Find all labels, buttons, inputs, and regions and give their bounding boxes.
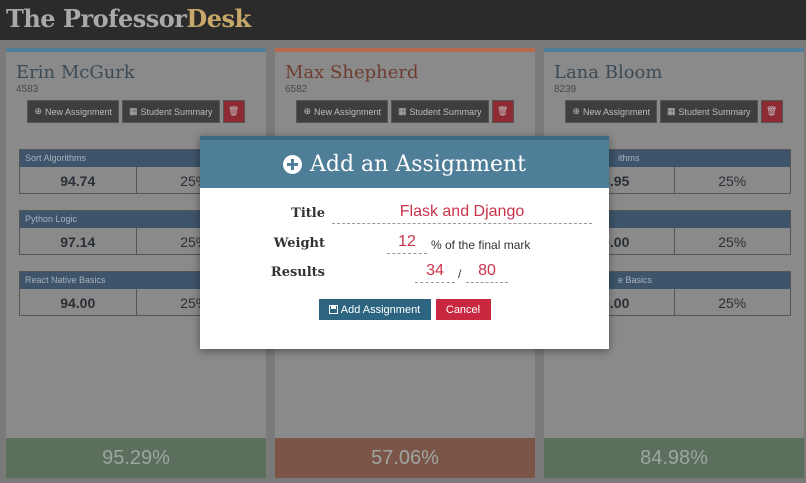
student-total: 84.98% xyxy=(544,438,804,478)
plus-circle-icon: ⊕ xyxy=(303,106,311,116)
new-assignment-label: New Assignment xyxy=(44,106,113,117)
student-summary-button[interactable]: ▦ Student Summary xyxy=(122,100,220,123)
trash-icon: 🗑 xyxy=(227,106,240,116)
delete-student-button[interactable]: 🗑 xyxy=(491,100,514,123)
new-assignment-label: New Assignment xyxy=(582,106,651,117)
results-total-input[interactable]: 80 xyxy=(466,261,508,283)
trash-icon: 🗑 xyxy=(765,106,778,116)
assignment-score: 94.74 xyxy=(20,167,137,194)
student-summary-button[interactable]: ▦ Student Summary xyxy=(391,100,489,123)
new-assignment-label: New Assignment xyxy=(313,106,382,117)
chart-icon: ▦ xyxy=(667,106,676,116)
card-color-bar xyxy=(275,48,535,52)
student-summary-label: Student Summary xyxy=(678,106,751,117)
trash-icon: 🗑 xyxy=(496,106,509,116)
student-name: Erin McGurk xyxy=(16,62,135,83)
card-color-bar xyxy=(6,48,266,52)
student-name: Lana Bloom xyxy=(554,62,663,83)
weight-suffix: % of the final mark xyxy=(431,238,531,252)
chart-icon: ▦ xyxy=(129,106,138,116)
top-bar: The ProfessorDesk xyxy=(0,0,806,40)
delete-student-button[interactable]: 🗑 xyxy=(760,100,783,123)
student-id: 8239 xyxy=(554,84,577,95)
add-assignment-label: Add Assignment xyxy=(340,303,421,316)
plus-circle-icon xyxy=(283,154,302,174)
weight-row: Weight 12 % of the final mark xyxy=(200,232,609,256)
student-name: Max Shepherd xyxy=(285,62,419,83)
weight-label: Weight xyxy=(273,236,325,251)
assignment-weight: 25% xyxy=(718,294,747,311)
title-label: Title xyxy=(291,206,325,221)
assignment-weight: 25% xyxy=(718,172,747,189)
student-id: 4583 xyxy=(16,84,39,95)
student-total: 57.06% xyxy=(275,438,535,478)
results-score-input[interactable]: 34 xyxy=(415,261,455,283)
card-color-bar xyxy=(544,48,804,52)
add-assignment-modal: Add an Assignment Title Flask and Django… xyxy=(200,136,609,349)
assignment-score: 94.00 xyxy=(20,289,137,316)
student-summary-label: Student Summary xyxy=(140,106,213,117)
delete-student-button[interactable]: 🗑 xyxy=(222,100,245,123)
modal-header: Add an Assignment xyxy=(200,136,609,188)
brand-text-main: The Professor xyxy=(6,4,187,33)
title-row: Title Flask and Django xyxy=(200,202,609,226)
save-icon xyxy=(328,305,338,314)
results-separator: / xyxy=(458,267,462,281)
brand-text-accent: Desk xyxy=(186,4,251,33)
chart-icon: ▦ xyxy=(398,106,407,116)
cancel-label: Cancel xyxy=(445,303,481,316)
student-total: 95.29% xyxy=(6,438,266,478)
plus-circle-icon: ⊕ xyxy=(572,106,580,116)
new-assignment-button[interactable]: ⊕ New Assignment xyxy=(27,100,120,123)
new-assignment-button[interactable]: ⊕ New Assignment xyxy=(565,100,658,123)
student-id: 6582 xyxy=(285,84,308,95)
plus-circle-icon: ⊕ xyxy=(34,106,42,116)
cancel-button[interactable]: Cancel xyxy=(435,299,491,320)
student-summary-button[interactable]: ▦ Student Summary xyxy=(660,100,758,123)
results-label: Results xyxy=(270,265,325,280)
modal-title: Add an Assignment xyxy=(310,151,526,177)
assignment-score: 97.14 xyxy=(20,228,137,255)
student-summary-label: Student Summary xyxy=(409,106,482,117)
results-row: Results 34 / 80 xyxy=(200,261,609,285)
assignment-weight: 25% xyxy=(718,233,747,250)
brand-logo[interactable]: The ProfessorDesk xyxy=(6,4,251,33)
add-assignment-button[interactable]: Add Assignment xyxy=(318,299,431,320)
new-assignment-button[interactable]: ⊕ New Assignment xyxy=(296,100,389,123)
weight-input[interactable]: 12 xyxy=(387,232,427,254)
title-input[interactable]: Flask and Django xyxy=(332,202,592,224)
